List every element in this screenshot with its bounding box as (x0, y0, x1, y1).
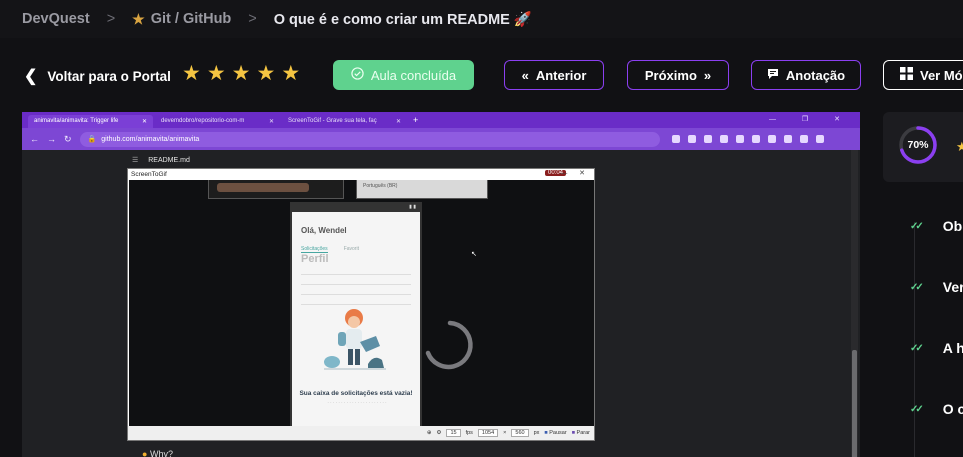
readme-filename: README.md (148, 157, 190, 164)
list-icon: ☰ (132, 157, 139, 164)
phone-tabs: Solicitações Favorit (301, 246, 420, 253)
phone-section-title: Perfil (301, 253, 329, 265)
pause-button[interactable]: ■ Pausar (544, 430, 566, 436)
breadcrumb-separator-1: > (106, 11, 116, 27)
stop-icon: ■ (571, 430, 576, 436)
screentogif-titlebar: ScreenToGif 00:04 — ✕ (128, 169, 594, 180)
lesson-item[interactable]: ✓✓ Ob (910, 218, 962, 234)
extension-icons (671, 135, 824, 143)
pause-icon: ■ (544, 430, 548, 436)
progress-percent: 70% (907, 139, 929, 151)
browser-tab: ScreenToGif - Grave sua tela, faç ✕ (288, 118, 401, 125)
double-check-icon: ✓✓ (910, 403, 924, 415)
tab-requests: Solicitações (301, 246, 328, 253)
star-icon: ★ (132, 10, 145, 27)
lesson-item[interactable]: ✓✓ O c (910, 401, 963, 417)
next-button[interactable]: Próximo » (627, 60, 729, 90)
recording-canvas: Português (BR) ▮ ▮ Olá, Wendel Solicitaç… (129, 180, 594, 428)
breadcrumb-home[interactable]: DevQuest (22, 11, 90, 27)
chevron-left-icon: ❮ (24, 68, 38, 85)
screentogif-window: ScreenToGif 00:04 — ✕ Português (BR) ▮ ▮… (127, 168, 595, 441)
page-title: O que é e como criar um README 🚀 (273, 11, 532, 28)
grid-icon (900, 67, 913, 83)
browser-address-bar: ← → ↻ 🔒 github.com/animavita/animavita (22, 128, 860, 150)
fps-unit: fps (465, 430, 473, 436)
arrow-left-icon: ← (30, 134, 39, 144)
note-button[interactable]: Anotação (751, 60, 861, 90)
arrow-right-icon: → (47, 134, 56, 144)
lesson-completed-button[interactable]: Aula concluída (333, 60, 474, 90)
stop-button[interactable]: ■ Parar (572, 430, 590, 436)
view-modules-button[interactable]: Ver Mó (883, 60, 963, 90)
readme-heading: ● Why? (142, 449, 173, 457)
language-card: Português (BR) (356, 180, 488, 199)
lesson-completed-label: Aula concluída (370, 67, 457, 83)
settings-icon[interactable]: ⚙ (437, 430, 442, 436)
fps-field[interactable]: 15 (446, 429, 461, 437)
target-icon[interactable]: ⊕ (427, 430, 432, 436)
breadcrumb-section[interactable]: Git / GitHub (151, 11, 232, 27)
phone-greeting: Olá, Wendel (301, 226, 347, 235)
height-field[interactable]: 560 (511, 429, 529, 437)
loading-spinner-icon (425, 320, 473, 370)
action-bar: ❮ Voltar para o Portal ★ ★ ★ ★ ★ Aula co… (0, 54, 963, 96)
star-icon[interactable]: ★ (256, 63, 275, 85)
check-circle-icon (351, 67, 364, 83)
phone-status-bar: ▮ ▮ (292, 204, 420, 212)
thumbnail-card (208, 180, 344, 199)
back-to-portal-link[interactable]: ❮ Voltar para o Portal (24, 66, 171, 86)
star-icon[interactable]: ★ (182, 63, 201, 85)
close-icon: ✕ (141, 119, 147, 125)
empty-state-title: Sua caixa de solicitações está vazia! (299, 390, 413, 397)
video-player[interactable]: animavita/animavita: Trigger life ✕ devem… (22, 112, 860, 457)
pets-illustration-icon (324, 309, 386, 370)
phone-mockup: ▮ ▮ Olá, Wendel Solicitações Favorit Per… (290, 202, 422, 428)
emoji-icon: ● (142, 449, 148, 457)
progress-panel: 70% ★ (883, 112, 963, 182)
note-label: Anotação (785, 67, 846, 83)
close-icon: ✕ (268, 119, 274, 125)
size-unit: px (533, 430, 540, 436)
reload-icon: ↻ (64, 133, 72, 144)
url-field: 🔒 github.com/animavita/animavita (79, 131, 660, 147)
star-icon: ★ (956, 139, 963, 154)
close-icon: ✕ (395, 119, 401, 125)
browser-tab: devemdobro/repositorio-com-m ✕ (161, 118, 274, 125)
tab-favorites: Favorit (343, 246, 359, 252)
double-check-icon: ✓✓ (910, 281, 924, 293)
browser-tab-bar: animavita/animavita: Trigger life ✕ devem… (22, 112, 860, 128)
double-chevron-left-icon: « (521, 67, 529, 83)
empty-state-subtitle: · · · · · · · · · · · · · · · · · · · · … (327, 400, 387, 405)
star-icon[interactable]: ★ (281, 63, 300, 85)
double-chevron-right-icon: » (703, 67, 712, 83)
window-controls: — ✕ (560, 170, 590, 177)
screentogif-controls: ⊕ ⚙ 15 fps 1054 × 560 px ■ Pausar ■ Para… (128, 426, 594, 440)
times-symbol: × (503, 430, 507, 436)
previous-button[interactable]: « Anterior (504, 60, 604, 90)
lesson-item[interactable]: ✓✓ Ver (910, 279, 963, 295)
back-to-portal-label: Voltar para o Portal (47, 68, 171, 84)
lesson-item[interactable]: ✓✓ A h (910, 340, 963, 356)
screentogif-title: ScreenToGif (131, 171, 167, 178)
browser-tab: animavita/animavita: Trigger life ✕ (28, 115, 153, 128)
star-icon[interactable]: ★ (207, 63, 226, 85)
width-field[interactable]: 1054 (477, 429, 499, 437)
double-check-icon: ✓✓ (910, 220, 924, 232)
lock-icon: 🔒 (87, 136, 97, 143)
star-icon[interactable]: ★ (232, 63, 251, 85)
mouse-cursor-icon: ↖ (471, 251, 477, 258)
previous-label: Anterior (535, 67, 587, 83)
readme-header: ☰ README.md (132, 156, 190, 164)
breadcrumb-separator-2: > (248, 11, 257, 27)
rating-stars[interactable]: ★ ★ ★ ★ ★ (182, 63, 300, 85)
window-controls: — ❐ ✕ (768, 116, 852, 123)
scrollbar[interactable] (851, 150, 858, 457)
breadcrumb: DevQuest > ★ Git / GitHub > O que é e co… (0, 0, 963, 38)
view-modules-label: Ver Mó (920, 67, 963, 83)
plus-icon: + (413, 115, 419, 125)
double-check-icon: ✓✓ (910, 342, 924, 354)
comment-icon (767, 68, 779, 83)
next-label: Próximo (644, 67, 697, 83)
url-text: github.com/animavita/animavita (101, 135, 200, 143)
